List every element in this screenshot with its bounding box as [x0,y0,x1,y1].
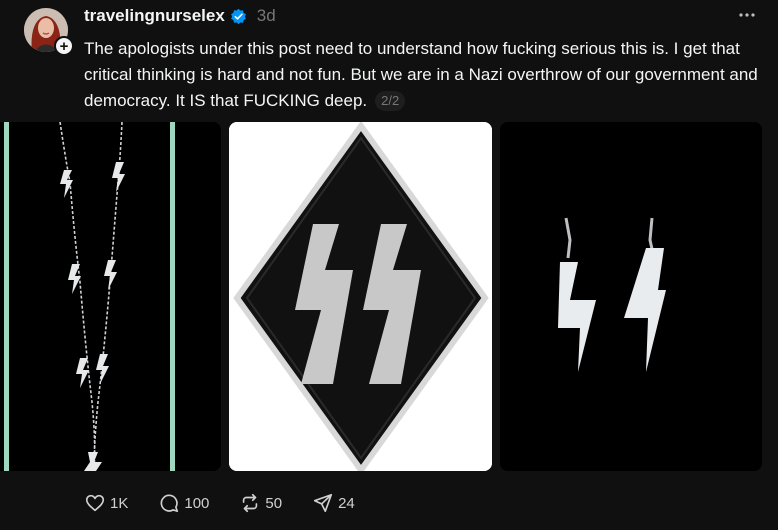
post-image-1[interactable] [0,122,221,471]
share-button[interactable]: 24 [312,492,355,514]
heart-icon [85,494,105,512]
follow-plus-icon: + [59,37,69,55]
share-icon [314,493,333,513]
share-count: 24 [338,494,355,512]
thread-page-indicator: 2/2 [375,91,406,111]
post-image-3[interactable] [500,122,762,471]
post-body: The apologists under this post need to u… [84,36,768,114]
follow-button[interactable]: + [54,36,74,56]
post-actions: 1K 100 50 24 [84,491,385,515]
repost-button[interactable]: 50 [239,492,282,514]
post-text: The apologists under this post need to u… [84,39,758,110]
repost-count: 50 [265,494,283,512]
thread-post: + travelingnurselex 3d The apologists un… [0,0,778,530]
comment-button[interactable]: 100 [158,492,209,514]
comment-count: 100 [184,494,210,512]
post-timestamp[interactable]: 3d [257,6,276,26]
post-image-2[interactable] [229,122,492,471]
repost-icon [243,493,258,513]
post-header: travelingnurselex 3d [84,5,276,27]
username[interactable]: travelingnurselex [84,6,225,26]
like-button[interactable]: 1K [84,492,128,514]
verified-badge-icon [230,8,247,25]
more-options-icon[interactable] [738,8,756,22]
avatar-container[interactable]: + [24,8,74,56]
like-count: 1K [110,494,129,512]
comment-icon [160,494,179,513]
